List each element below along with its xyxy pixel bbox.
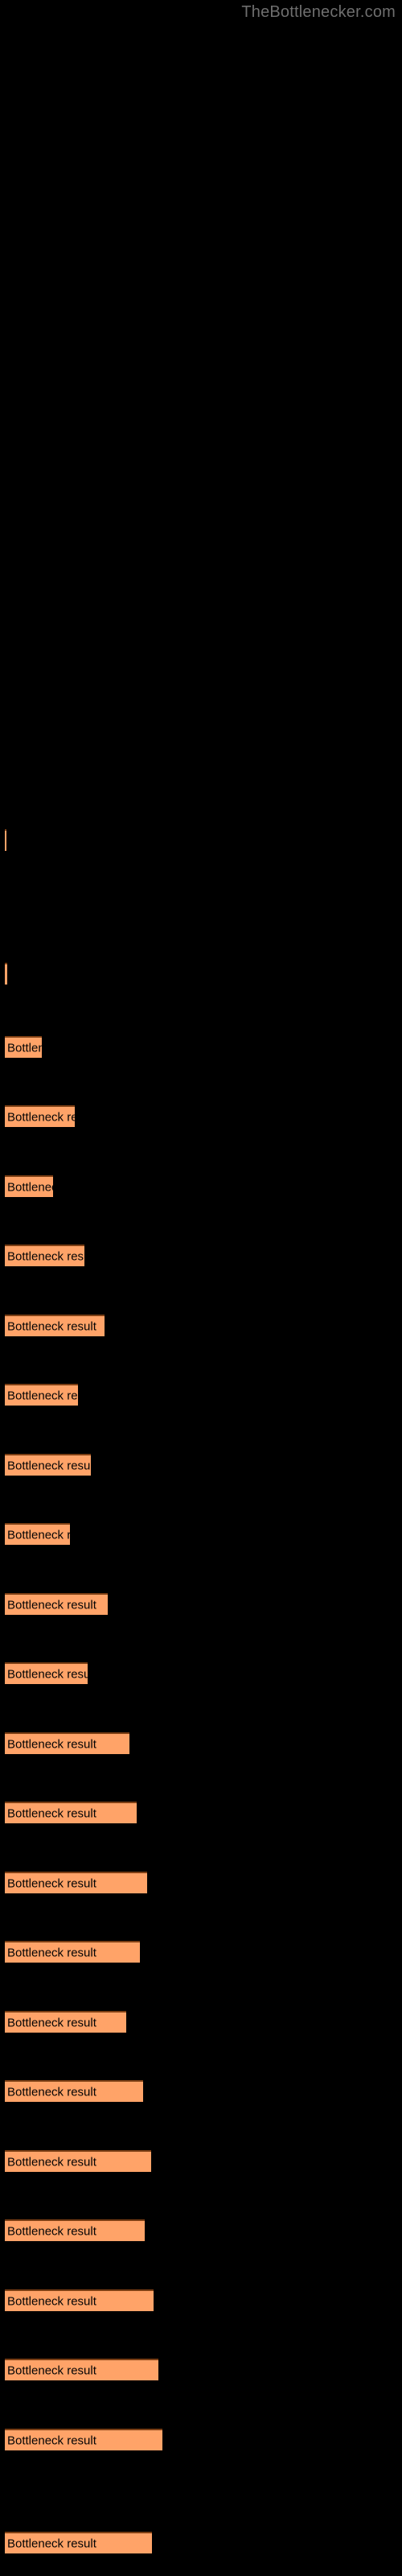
- bar-label: Bottleneck result: [7, 1598, 96, 1612]
- chart-root: Bottleneck result Bottleneck result Bottle…: [0, 0, 402, 2576]
- bar-label: Bottleneck result: [7, 1459, 91, 1472]
- bar: Bottleneck result: [5, 1175, 53, 1197]
- bar: Bottleneck result: [5, 1941, 140, 1963]
- bar: Bottleneck result: [5, 2532, 152, 2553]
- bar-label: Bottleneck result: [7, 2537, 96, 2550]
- bar-label: Bottleneck result: [7, 2016, 96, 2029]
- bar-label: Bottleneck result: [7, 1667, 88, 1681]
- bar: Bottleneck result: [5, 1315, 105, 1336]
- bar: Bottleneck result: [5, 2289, 154, 2311]
- bar-label: Bottleneck result: [7, 1528, 70, 1542]
- bar: Bottleneck result: [5, 963, 7, 985]
- bar-label: Bottleneck result: [7, 1946, 96, 1959]
- bar: Bottleneck result: [5, 829, 6, 851]
- bar: Bottleneck result: [5, 2080, 143, 2102]
- bar: Bottleneck result: [5, 1732, 129, 1754]
- bar: Bottleneck result: [5, 1872, 147, 1893]
- bar: Bottleneck result: [5, 1036, 42, 1058]
- bar: Bottleneck result: [5, 2219, 145, 2241]
- bar-label: Bottleneck result: [7, 2294, 96, 2308]
- bar: Bottleneck result: [5, 2429, 162, 2450]
- bar: Bottleneck result: [5, 1802, 137, 1823]
- bar-label: Bottleneck result: [7, 1110, 75, 1124]
- bar-label: Bottleneck result: [7, 2363, 96, 2377]
- bar: Bottleneck result: [5, 1523, 70, 1545]
- bar-label: Bottleneck result: [7, 1389, 78, 1402]
- bar-label: Bottleneck result: [7, 2155, 96, 2169]
- bar: Bottleneck result: [5, 1245, 84, 1266]
- site-watermark: TheBottlenecker.com: [241, 3, 396, 21]
- bar: Bottleneck result: [5, 2011, 126, 2033]
- bar-label: Bottleneck result: [7, 2434, 96, 2447]
- bar-label: Bottleneck result: [7, 2224, 96, 2238]
- bar-label: Bottleneck result: [7, 2085, 96, 2099]
- bar: Bottleneck result: [5, 2150, 151, 2172]
- bar: Bottleneck result: [5, 1593, 108, 1615]
- bar-label: Bottleneck result: [7, 1876, 96, 1890]
- bar-label: Bottleneck result: [7, 1041, 42, 1055]
- bar: Bottleneck result: [5, 1454, 91, 1476]
- bar-label: Bottleneck result: [7, 1737, 96, 1751]
- bar: Bottleneck result: [5, 2359, 158, 2380]
- bar-chart-plot-area: Bottleneck result Bottleneck result Bottle…: [0, 0, 402, 2576]
- bar: Bottleneck result: [5, 1384, 78, 1406]
- bar-label: Bottleneck result: [7, 1806, 96, 1820]
- bar: Bottleneck result: [5, 1662, 88, 1684]
- bar-label: Bottleneck result: [7, 1249, 84, 1263]
- bar-label: Bottleneck result: [7, 1319, 96, 1333]
- bar-label: Bottleneck result: [7, 1180, 53, 1194]
- bar: Bottleneck result: [5, 1105, 75, 1127]
